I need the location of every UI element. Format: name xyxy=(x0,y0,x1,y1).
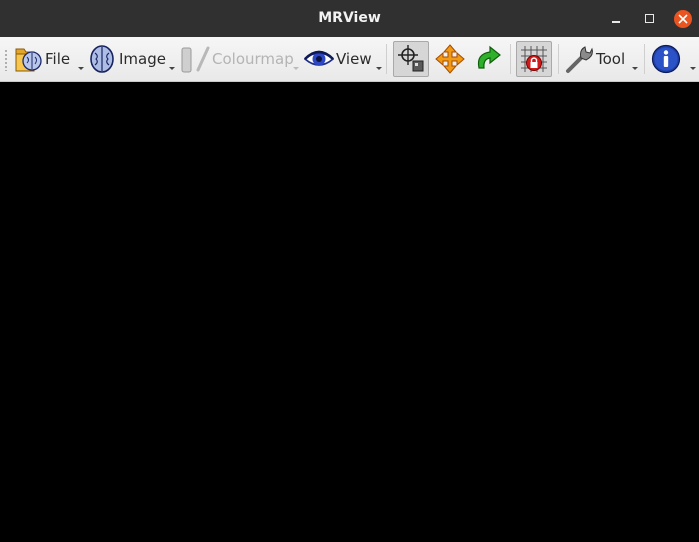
crosshair-tool-button[interactable] xyxy=(396,40,426,78)
tool-menu-label: Tool xyxy=(596,50,626,68)
minimize-button[interactable] xyxy=(606,9,626,29)
info-dropdown-arrow[interactable] xyxy=(690,67,696,70)
rotate-tool-button[interactable] xyxy=(473,40,503,78)
info-menu-button[interactable] xyxy=(651,40,681,78)
info-icon xyxy=(651,44,681,74)
tool-menu-button[interactable]: Tool xyxy=(564,40,625,78)
toolbar-separator xyxy=(644,44,645,74)
image-menu-label: Image xyxy=(119,50,166,68)
window-title: MRView xyxy=(318,10,381,26)
toolbar-separator xyxy=(558,44,559,74)
colourmap-dropdown-arrow[interactable] xyxy=(293,67,299,70)
image-viewport[interactable] xyxy=(0,82,699,542)
colourmap-menu-button[interactable]: Colourmap xyxy=(180,40,294,78)
wrench-icon xyxy=(566,46,593,73)
rotate-arrow-icon xyxy=(477,45,501,69)
image-dropdown-arrow[interactable] xyxy=(169,67,175,70)
file-menu-label: File xyxy=(45,50,71,68)
main-toolbar: File Image Colourmap View Tool xyxy=(0,37,699,82)
file-dropdown-arrow[interactable] xyxy=(78,67,84,70)
file-menu-button[interactable]: File xyxy=(13,40,70,78)
grid-lock-icon xyxy=(521,46,547,72)
view-menu-label: View xyxy=(336,50,372,68)
move-tool-button[interactable] xyxy=(435,40,465,78)
eye-icon xyxy=(304,50,334,66)
colourmap-icon xyxy=(181,46,210,73)
image-menu-button[interactable]: Image xyxy=(87,40,166,78)
view-dropdown-arrow[interactable] xyxy=(376,67,382,70)
tool-dropdown-arrow[interactable] xyxy=(632,67,638,70)
colourmap-menu-label: Colourmap xyxy=(212,50,294,68)
folder-brain-icon xyxy=(15,48,42,72)
lock-to-grid-button[interactable] xyxy=(519,40,549,78)
view-menu-button[interactable]: View xyxy=(304,40,372,78)
toolbar-separator xyxy=(386,44,387,74)
title-bar[interactable]: MRView xyxy=(0,0,699,37)
crosshair-select-icon xyxy=(398,45,424,72)
brain-icon xyxy=(90,45,114,73)
close-button[interactable] xyxy=(673,9,693,29)
toolbar-separator xyxy=(510,44,511,74)
move-arrows-icon xyxy=(435,44,465,74)
mrview-window: MRView File Image Colourmap View Tool xyxy=(0,0,699,542)
maximize-button[interactable] xyxy=(640,9,660,29)
toolbar-grip-handle[interactable] xyxy=(4,49,8,71)
